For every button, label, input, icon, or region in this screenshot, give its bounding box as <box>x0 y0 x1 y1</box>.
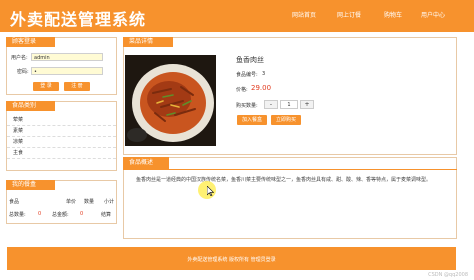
category-item-meat[interactable]: 荤菜 <box>7 115 116 126</box>
food-code-label: 食品编号: <box>236 72 258 78</box>
footer-text: 外卖配送管理系统 版权所有 管理员登录 <box>187 257 276 263</box>
food-image <box>125 55 216 146</box>
quantity-increase-button[interactable]: + <box>300 100 314 109</box>
nav-user-center[interactable]: 用户中心 <box>421 10 445 19</box>
category-title: 食品类别 <box>6 101 55 111</box>
nav-cart[interactable]: 购物车 <box>384 10 402 19</box>
category-item-cold[interactable]: 凉菜 <box>7 137 116 148</box>
password-input[interactable]: • <box>31 67 103 75</box>
mouse-cursor-icon <box>207 186 214 196</box>
cart-header-price: 单价 <box>66 199 77 205</box>
total-price-value: 0 <box>80 211 84 217</box>
food-name: 鱼香肉丝 <box>236 56 264 64</box>
footer-bar: 外卖配送管理系统 版权所有 管理员登录 <box>7 247 456 270</box>
buy-now-button[interactable]: 立即购买 <box>271 115 301 125</box>
password-label: 密码: <box>17 69 29 75</box>
detail-title: 菜品详情 <box>123 37 173 47</box>
nav-home[interactable]: 网站首页 <box>292 10 316 19</box>
food-code-value: 3 <box>262 71 266 77</box>
description-text: 鱼香肉丝是一道经典的中国汉族传统名菜，鱼香川菜主要传统味型之一，鱼香肉丝具有咸、… <box>136 177 432 183</box>
total-price-label: 总金额: <box>52 212 69 218</box>
login-button[interactable]: 登 录 <box>33 82 59 91</box>
nav-order[interactable]: 网上订餐 <box>337 10 361 19</box>
add-to-cart-button[interactable]: 加入餐盒 <box>237 115 267 125</box>
description-title: 食品概述 <box>123 157 169 169</box>
cart-header-qty: 数量 <box>84 199 95 205</box>
total-qty-value: 0 <box>38 211 42 217</box>
price-value: 29.00 <box>251 84 272 92</box>
category-list: 荤菜 素菜 凉菜 主食 <box>7 115 116 159</box>
quantity-decrease-button[interactable]: - <box>264 100 278 109</box>
quantity-input[interactable]: 1 <box>280 100 298 109</box>
site-title: 外卖配送管理系统 <box>10 10 147 29</box>
category-item-staple[interactable]: 主食 <box>7 148 116 159</box>
cart-header-food: 食品 <box>9 199 20 205</box>
watermark: CSDN @qq2008 <box>428 272 468 278</box>
cart-header-subtotal: 小计 <box>104 199 115 205</box>
checkout-link[interactable]: 结算 <box>101 211 111 218</box>
register-button[interactable]: 注 册 <box>64 82 90 91</box>
login-title: 顾客登录 <box>6 37 55 47</box>
category-item-veg[interactable]: 素菜 <box>7 126 116 137</box>
quantity-label: 购买数量: <box>236 103 258 109</box>
total-qty-label: 总数量: <box>9 212 26 218</box>
description-divider <box>123 169 457 170</box>
price-label: 价格: <box>236 87 248 93</box>
cart-title: 我的餐盒 <box>6 180 55 190</box>
username-label: 用户名: <box>11 55 28 61</box>
username-input[interactable]: admin <box>31 53 103 61</box>
food-photo-illustration <box>127 64 214 142</box>
